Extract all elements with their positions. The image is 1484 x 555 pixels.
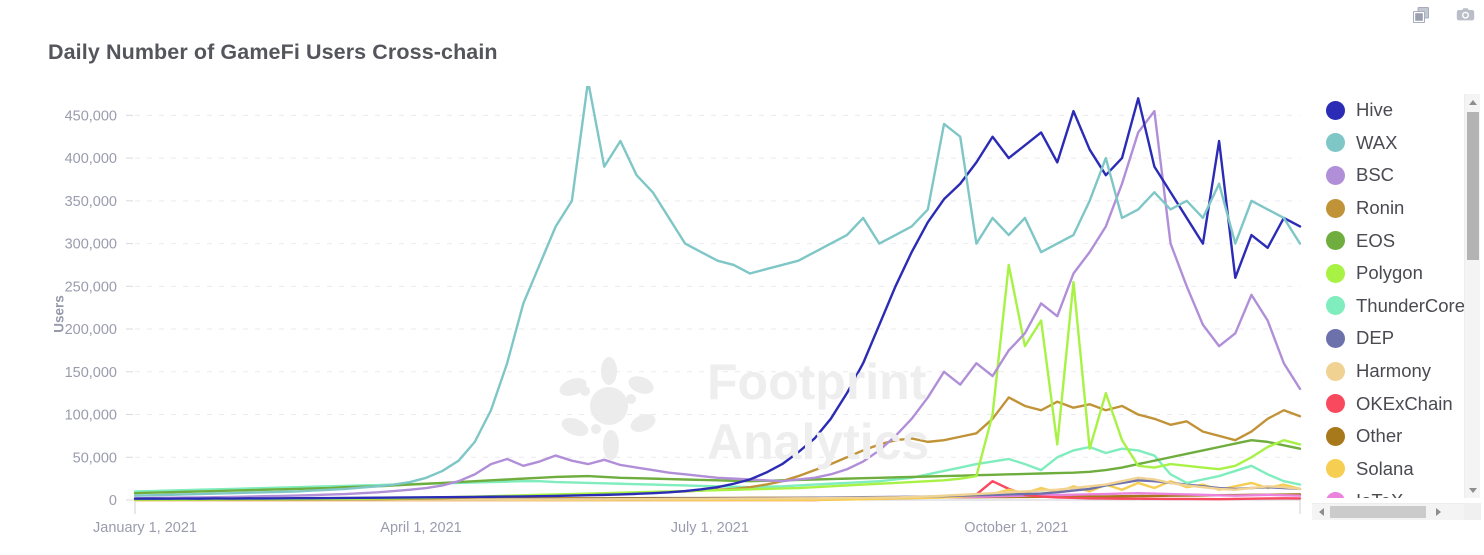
x-axis-tick-label: October 1, 2021 [964, 520, 1068, 536]
scroll-up-arrow-icon[interactable] [1465, 94, 1481, 110]
legend-item-ronin[interactable]: Ronin [1312, 192, 1464, 225]
legend-item-label: Harmony [1356, 360, 1432, 382]
x-axis-tick-label: July 1, 2021 [671, 520, 749, 536]
legend-item-thundercore[interactable]: ThunderCore [1312, 290, 1464, 323]
line-chart-plot[interactable]: 0 50,000 100,000 150,000 200,000 250,000 300,0… [0, 86, 1310, 541]
legend-item-label: Solana [1356, 457, 1414, 479]
legend-color-swatch [1326, 165, 1345, 185]
legend-item-label: Other [1356, 425, 1403, 447]
legend-color-swatch [1326, 328, 1345, 348]
legend-color-swatch [1326, 296, 1345, 316]
chart-toolbar [1410, 4, 1476, 26]
camera-icon[interactable] [1454, 4, 1476, 26]
y-axis-tick-label: 400,000 [65, 151, 117, 167]
chart-legend[interactable]: Hive WAX BSC Ronin EOS Polygon ThunderCore DEP H… [1312, 94, 1464, 498]
copy-icon[interactable] [1410, 4, 1432, 26]
legend-item-solana[interactable]: Solana [1312, 453, 1464, 486]
y-axis-tick-label: 450,000 [65, 108, 117, 124]
legend-item-dep[interactable]: DEP [1312, 322, 1464, 355]
legend-color-swatch [1326, 198, 1345, 218]
y-axis-tick-label: 0 [109, 493, 117, 509]
legend-item-polygon[interactable]: Polygon [1312, 257, 1464, 290]
legend-color-swatch [1326, 491, 1345, 498]
series-line-hive[interactable] [133, 97, 1302, 500]
series-line-bsc[interactable] [133, 109, 1302, 500]
legend-horizontal-scrollbar[interactable] [1312, 503, 1464, 520]
legend-item-label: OKExChain [1356, 392, 1453, 414]
legend-item-label: Polygon [1356, 262, 1423, 284]
legend-item-wax[interactable]: WAX [1312, 127, 1464, 160]
legend-color-swatch [1326, 459, 1345, 479]
x-axis-tick-label: January 1, 2021 [93, 520, 197, 536]
legend-color-swatch [1326, 133, 1345, 153]
scroll-down-arrow-icon[interactable] [1465, 482, 1481, 498]
scrollbar-corner [1464, 503, 1481, 520]
chart-page: Daily Number of GameFi Users Cross-chain… [0, 0, 1484, 555]
chart-container: Users Footprint Analytics 0 50,000 100,000… [0, 86, 1310, 541]
legend-item-label: BSC [1356, 164, 1395, 186]
vertical-scroll-thumb[interactable] [1467, 112, 1479, 260]
legend-item-okexchain[interactable]: OKExChain [1312, 387, 1464, 420]
legend-color-swatch [1326, 263, 1345, 283]
legend-vertical-scrollbar[interactable] [1464, 94, 1480, 498]
legend-item-eos[interactable]: EOS [1312, 224, 1464, 257]
legend-item-label: Ronin [1356, 197, 1405, 219]
y-axis-tick-label: 350,000 [65, 194, 117, 210]
series-line-thundercore[interactable] [133, 445, 1302, 493]
legend-item-label: WAX [1356, 131, 1398, 153]
x-axis-tick-label: April 1, 2021 [380, 520, 461, 536]
y-axis-tick-label: 150,000 [65, 365, 117, 381]
y-axis-tick-label: 250,000 [65, 279, 117, 295]
y-axis-tick-label: 50,000 [73, 450, 117, 466]
scroll-right-arrow-icon[interactable] [1430, 504, 1446, 520]
legend-item-label: EOS [1356, 229, 1396, 251]
y-axis-tick-label: 300,000 [65, 237, 117, 253]
legend-item-harmony[interactable]: Harmony [1312, 355, 1464, 388]
legend-item-label: ThunderCore [1356, 294, 1464, 316]
legend-color-swatch [1326, 426, 1345, 446]
legend-item-label: IoTeX [1356, 490, 1403, 498]
legend-color-swatch [1326, 231, 1345, 251]
horizontal-scroll-thumb[interactable] [1330, 506, 1426, 518]
series-line-polygon[interactable] [133, 263, 1302, 501]
y-axis-tick-label: 200,000 [65, 322, 117, 338]
scroll-left-arrow-icon[interactable] [1313, 504, 1329, 520]
legend-color-swatch [1326, 100, 1345, 120]
legend-color-swatch [1326, 361, 1345, 381]
page-title: Daily Number of GameFi Users Cross-chain [48, 40, 498, 64]
legend-item-other[interactable]: Other [1312, 420, 1464, 453]
legend-item-hive[interactable]: Hive [1312, 94, 1464, 127]
legend-item-iotex[interactable]: IoTeX [1312, 485, 1464, 498]
legend-color-swatch [1326, 394, 1345, 414]
legend-item-bsc[interactable]: BSC [1312, 159, 1464, 192]
legend-item-label: DEP [1356, 327, 1395, 349]
legend-item-label: Hive [1356, 99, 1394, 121]
y-axis-tick-label: 100,000 [65, 408, 117, 424]
